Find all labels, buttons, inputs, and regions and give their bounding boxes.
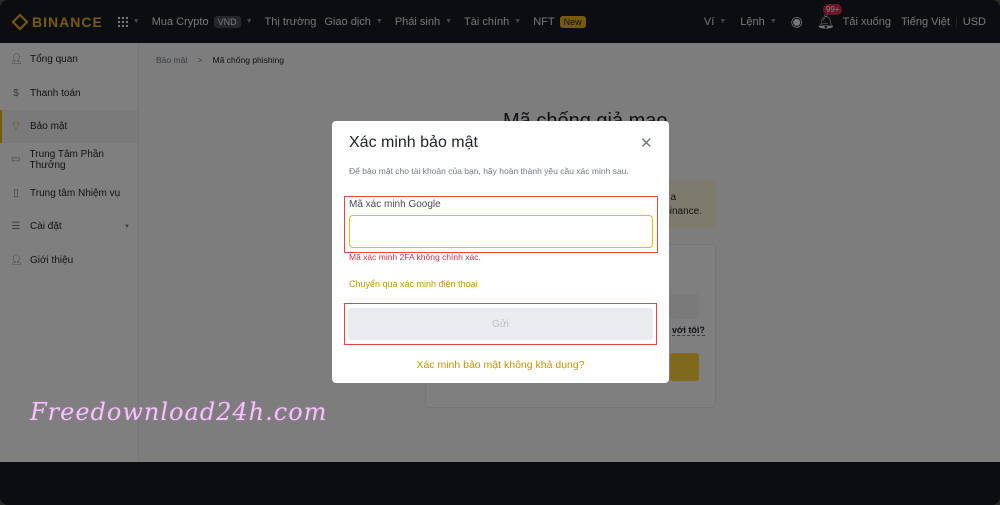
modal-title: Xác minh bảo mật: [349, 134, 478, 151]
google-code-input[interactable]: [349, 215, 653, 248]
watermark: Freedownload24h.com: [30, 398, 328, 426]
google-code-label: Mã xác minh Google: [349, 199, 441, 210]
close-icon[interactable]: ✕: [640, 134, 653, 152]
verification-unavailable-link[interactable]: Xác minh bảo mật không khả dụng?: [332, 359, 669, 371]
modal-description: Để bảo mật cho tài khoản của bạn, hãy ho…: [349, 166, 629, 176]
error-message: Mã xác minh 2FA không chính xác.: [349, 252, 481, 262]
switch-phone-verification-link[interactable]: Chuyển qua xác minh điện thoại: [349, 279, 478, 289]
submit-button[interactable]: Gửi: [348, 308, 653, 340]
security-verification-modal: Xác minh bảo mật ✕ Để bảo mật cho tài kh…: [332, 121, 669, 383]
